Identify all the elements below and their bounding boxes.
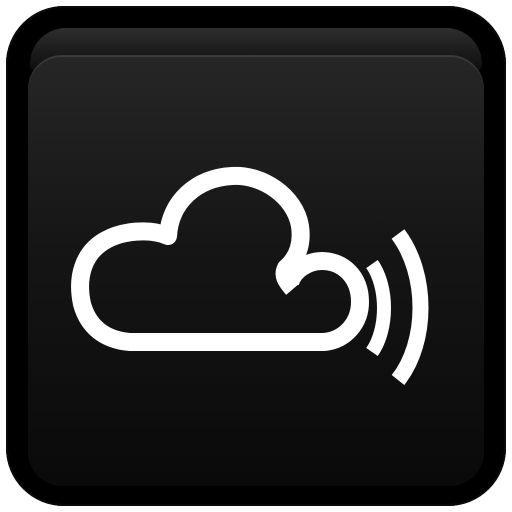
cloud-broadcast-icon [71,166,429,385]
signal-wave-large-icon [391,229,429,385]
signal-wave-small-icon [365,260,391,356]
cloud-icon [71,166,369,351]
